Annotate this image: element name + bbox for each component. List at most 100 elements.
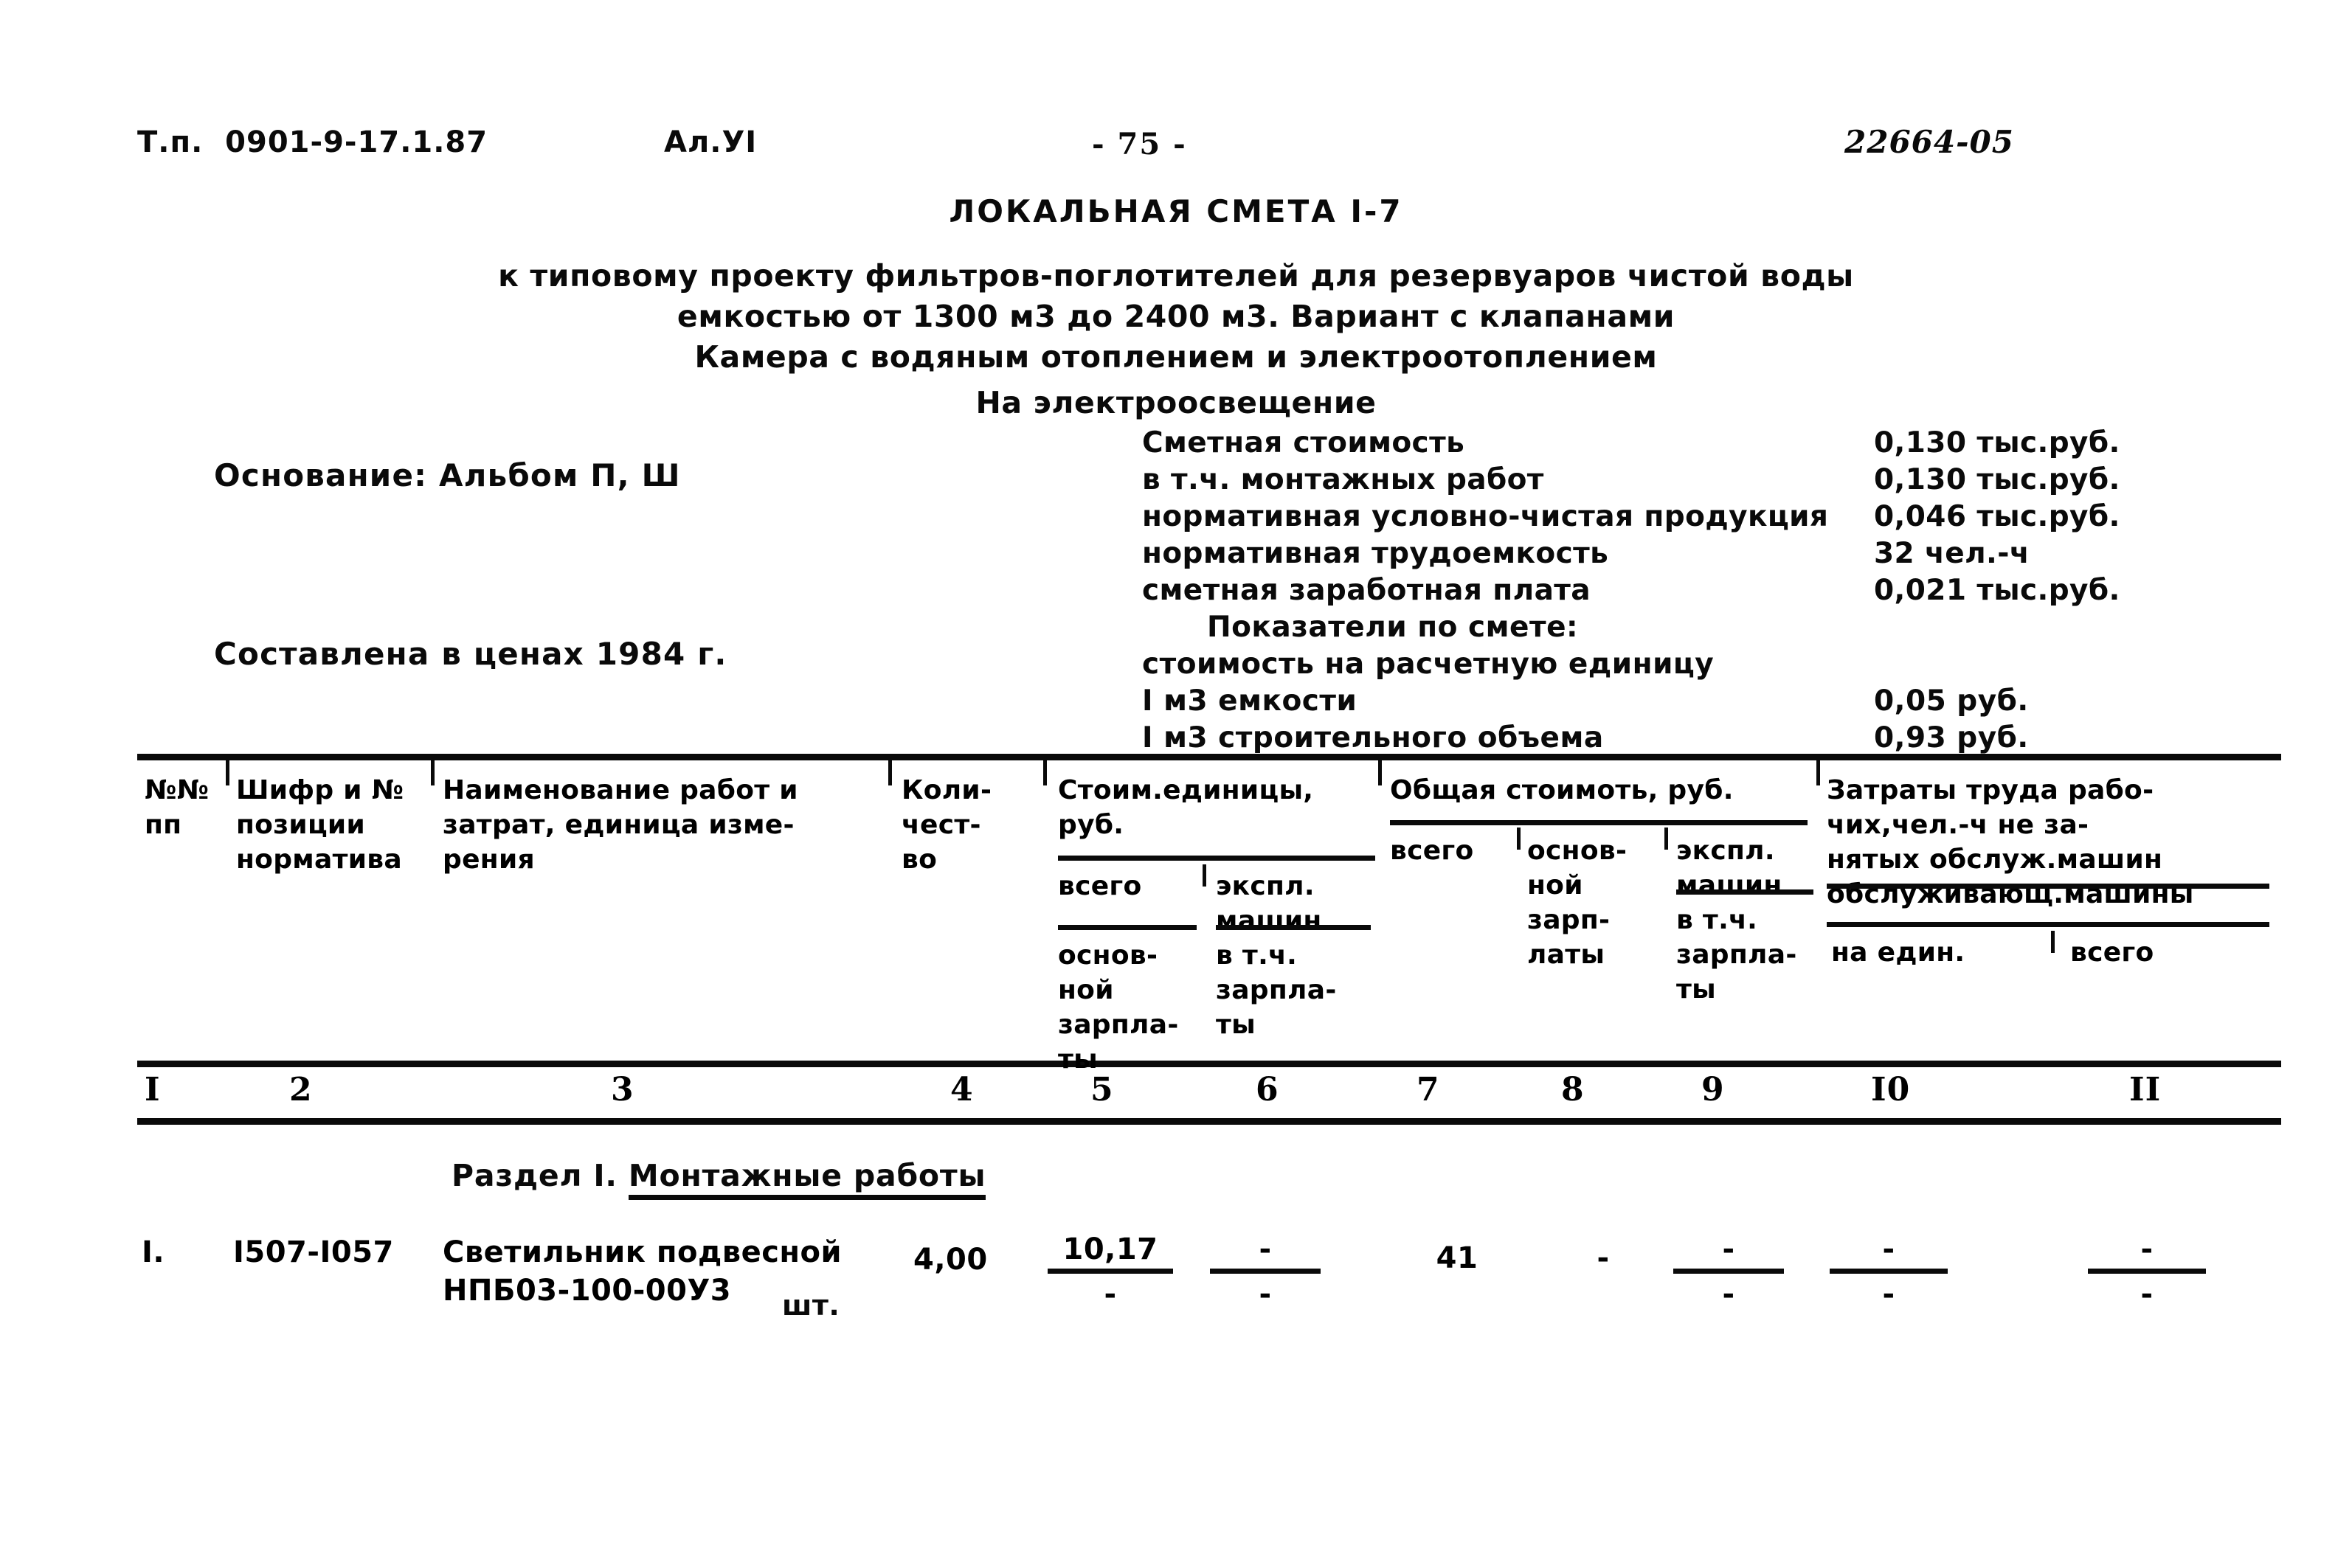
column-divider-tick [226, 760, 229, 785]
indicator-value-capacity: 0,05 руб. [1874, 684, 2029, 718]
subtitle-capacity: емкостью от 1300 м3 до 2400 м3. Вариант … [677, 299, 1675, 334]
section-heading-prefix: Раздел I. [452, 1158, 629, 1193]
summary-label-labor: нормативная трудоемкость [1142, 537, 1609, 570]
column-number: I [145, 1071, 161, 1109]
album-code: Ал.УI [664, 125, 758, 159]
table-row-labor-per-unit: - - [1830, 1233, 1948, 1311]
column-number: 6 [1256, 1071, 1279, 1109]
header-group-underline [1390, 820, 1808, 825]
column-divider-tick [1043, 760, 1047, 785]
header-subgroup-underline [1216, 925, 1371, 930]
subtitle-project: к типовому проекту фильтров-поглотителей… [498, 258, 1854, 294]
unit-cost-machines-wage-value: - [1259, 1277, 1272, 1311]
table-row-total-cost-base-wage: - [1597, 1241, 1610, 1275]
header-subgroup-underline [1058, 925, 1197, 930]
document-page: Т.п. 0901-9-17.1.87 Ал.УI - 75 - 22664-0… [0, 0, 2352, 1568]
table-row-quantity: 4,00 [913, 1243, 988, 1277]
indicators-heading: Показатели по смете: [1207, 611, 1579, 644]
total-cost-machines-wage-value: - [1722, 1277, 1735, 1311]
table-row-labor-total: - - [2088, 1233, 2206, 1311]
column-number: II [2129, 1071, 2162, 1109]
header-group-underline [1827, 884, 2269, 889]
column-divider-tick [2051, 931, 2055, 953]
table-header-col6-wage: в т.ч. зарпла- ты [1216, 940, 1337, 1040]
header-group-underline [1827, 922, 2269, 927]
table-header-col9-wage: в т.ч. зарпла- ты [1676, 905, 1797, 1005]
column-number: 7 [1417, 1071, 1440, 1109]
table-header-unit-cost-group: Стоим.единицы, руб. [1058, 775, 1314, 840]
table-header-col1: №№ пп [145, 775, 210, 840]
table-header-col8-base-wage: основ- ной зарп- латы [1527, 836, 1628, 970]
indicator-label-capacity: I м3 емкости [1142, 684, 1357, 718]
unit-cost-machines-value: - [1259, 1232, 1272, 1266]
indicator-value-volume: 0,93 руб. [1874, 721, 2029, 754]
table-header-col5-base-wage: основ- ной зарпла- ты [1058, 940, 1179, 1075]
column-number: 2 [289, 1071, 313, 1109]
labor-per-unit-top-value: - [1882, 1232, 1895, 1266]
summary-value-wages: 0,021 тыс.руб. [1874, 574, 2120, 607]
section-heading-name: Монтажные работы [628, 1158, 986, 1200]
column-number: 9 [1701, 1071, 1725, 1109]
header-subgroup-underline [1676, 889, 1813, 895]
unit-cost-base-wage-value: - [1104, 1277, 1117, 1311]
column-number: 5 [1090, 1071, 1114, 1109]
summary-label-net-product: нормативная условно-чистая продукция [1142, 500, 1829, 533]
column-number: I0 [1871, 1071, 1911, 1109]
table-header-col7-total: всего [1390, 836, 1474, 866]
subtitle-chamber: Камера с водяным отоплением и электроото… [694, 339, 1658, 375]
table-header-col3: Наименование работ и затрат, единица изм… [443, 775, 798, 875]
summary-label-total-cost: Сметная стоимость [1142, 426, 1465, 459]
summary-value-total-cost: 0,130 тыс.руб. [1874, 426, 2120, 459]
table-row-unit-cost-machines: - - [1210, 1233, 1321, 1311]
indicators-subheading: стоимость на расчетную единицу [1142, 648, 1715, 681]
table-row-unit: шт. [782, 1289, 840, 1322]
column-number: 4 [950, 1071, 974, 1109]
table-header-col11-total: всего [2070, 937, 2154, 968]
table-header-col10-per-unit: на един. [1831, 937, 1965, 968]
summary-label-wages: сметная заработная плата [1142, 574, 1591, 607]
summary-label-installation: в т.ч. монтажных работ [1142, 463, 1544, 496]
table-column-number-bottom-rule [137, 1118, 2281, 1125]
summary-value-net-product: 0,046 тыс.руб. [1874, 500, 2120, 533]
fraction-bar [2088, 1269, 2206, 1274]
header-group-underline [1058, 856, 1375, 861]
table-row-total-cost-machines: - - [1673, 1233, 1784, 1311]
fraction-bar [1673, 1269, 1784, 1274]
table-row-total-cost-all: 41 [1436, 1241, 1478, 1275]
table-row-unit-cost-total: 10,17 - [1048, 1233, 1173, 1311]
subtitle-scope: На электроосвещение [975, 385, 1377, 420]
section-heading: Раздел I. Монтажные работы [452, 1158, 986, 1200]
labor-total-top-value: - [2140, 1232, 2154, 1266]
column-divider-tick [888, 760, 892, 785]
table-header-total-cost-group: Общая стоимоть, руб. [1390, 775, 1734, 805]
summary-value-labor: 32 чел.-ч [1874, 537, 2030, 570]
column-number: 3 [611, 1071, 634, 1109]
column-divider-tick [1517, 828, 1521, 850]
basis-line: Основание: Альбом П, Ш [214, 457, 681, 493]
fraction-bar [1210, 1269, 1321, 1274]
table-header-col5-total: всего [1058, 871, 1142, 901]
page-number: - 75 - [1092, 127, 1187, 162]
unit-cost-total-value: 10,17 [1062, 1232, 1158, 1266]
table-row-number: I. [142, 1235, 165, 1269]
summary-value-installation: 0,130 тыс.руб. [1874, 463, 2120, 496]
labor-total-bottom-value: - [2140, 1277, 2154, 1311]
archive-code: 22664-05 [1844, 124, 2014, 160]
table-header-labor-group: Затраты труда рабо- чих,чел.-ч не за- ня… [1827, 775, 2194, 909]
table-header-col2: Шифр и № позиции норматива [236, 775, 404, 875]
price-level-line: Составлена в ценах 1984 г. [214, 636, 727, 672]
column-divider-tick [431, 760, 435, 785]
table-top-rule [137, 754, 2281, 760]
fraction-bar [1830, 1269, 1948, 1274]
indicator-label-volume: I м3 строительного объема [1142, 721, 1604, 754]
table-column-number-top-rule [137, 1061, 2281, 1067]
page-title: ЛОКАЛЬНАЯ СМЕТА I-7 [949, 193, 1403, 229]
fraction-bar [1048, 1269, 1173, 1274]
column-number: 8 [1561, 1071, 1585, 1109]
labor-per-unit-bottom-value: - [1882, 1277, 1895, 1311]
document-code: Т.п. 0901-9-17.1.87 [137, 125, 488, 159]
column-divider-tick [1816, 760, 1820, 785]
total-cost-machines-value: - [1722, 1232, 1735, 1266]
table-row-norm-code: I507-I057 [233, 1235, 394, 1269]
table-header-col4: Коли- чест- во [902, 775, 992, 875]
